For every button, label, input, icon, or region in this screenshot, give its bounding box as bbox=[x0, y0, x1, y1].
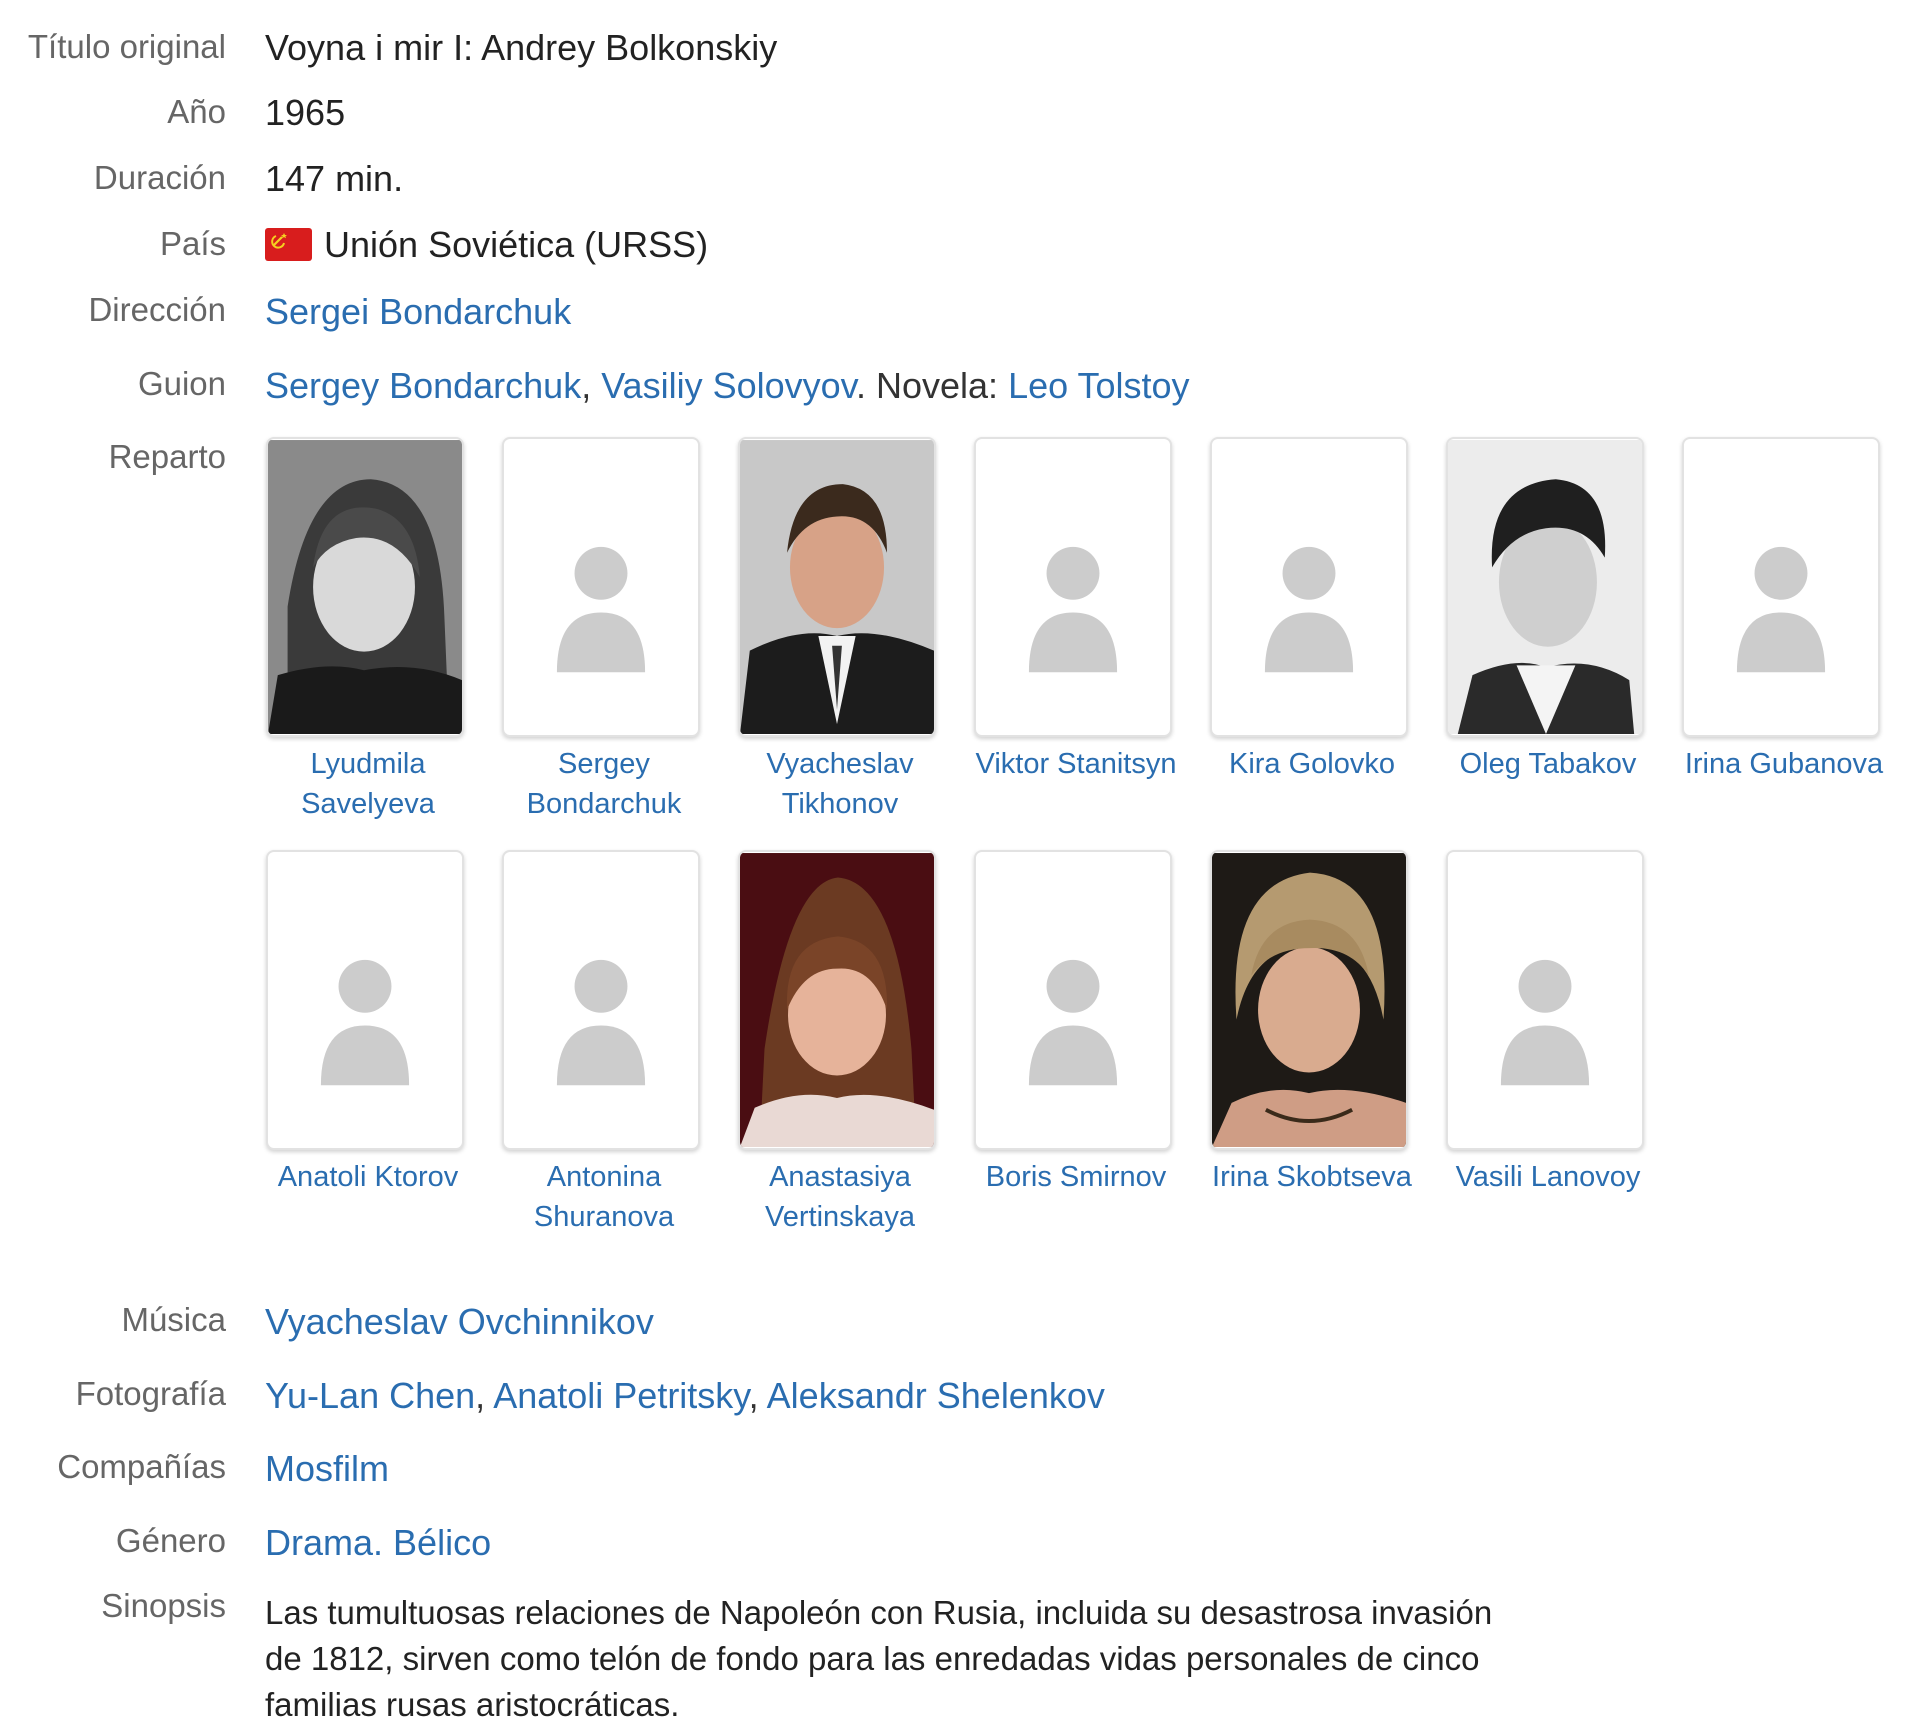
label-direccion: Dirección bbox=[88, 291, 226, 328]
music-value: Vyacheslav Ovchinnikov bbox=[265, 1302, 654, 1342]
cast-name-line: Irina Gubanova bbox=[1684, 748, 1884, 780]
person-placeholder-icon[interactable] bbox=[502, 437, 700, 737]
label-guion: Guion bbox=[137, 365, 226, 402]
cast-card[interactable]: Lyudmila Savelyeva bbox=[266, 437, 470, 824]
person-placeholder-icon[interactable] bbox=[974, 850, 1172, 1150]
writer-link[interactable]: Vasiliy Solovyov bbox=[601, 365, 856, 406]
label-companias: Compañías bbox=[57, 1448, 226, 1485]
cast-name-link[interactable]: Antonina Shuranova bbox=[484, 1157, 724, 1237]
novel-author-link[interactable]: Leo Tolstoy bbox=[1008, 365, 1189, 406]
cast-name-line: Kira Golovko bbox=[1228, 748, 1395, 780]
company-link[interactable]: Mosfilm bbox=[265, 1448, 389, 1489]
country-value: Unión Soviética (URSS) bbox=[265, 225, 708, 265]
cast-name-line: Tikhonov bbox=[781, 788, 899, 820]
cast-card[interactable]: Vasili Lanovoy bbox=[1446, 850, 1650, 1197]
composer-link[interactable]: Vyacheslav Ovchinnikov bbox=[265, 1301, 654, 1342]
cast-name-link[interactable]: Sergey Bondarchuk bbox=[484, 744, 724, 824]
ussr-flag-icon bbox=[265, 228, 312, 261]
label-fotografia: Fotografía bbox=[75, 1375, 226, 1412]
cast-name-link[interactable]: Anastasiya Vertinskaya bbox=[720, 1157, 960, 1237]
cast-name-link[interactable]: Vyacheslav Tikhonov bbox=[720, 744, 960, 824]
original-title: Voyna i mir I: Andrey Bolkonskiy bbox=[265, 27, 778, 68]
cast-card[interactable]: Vyacheslav Tikhonov bbox=[738, 437, 942, 824]
cast-card[interactable]: Oleg Tabakov bbox=[1446, 437, 1650, 784]
label-genero: Género bbox=[115, 1522, 226, 1559]
cast-name-line: Shuranova bbox=[533, 1201, 675, 1233]
cast-name-line: Vasili Lanovoy bbox=[1455, 1161, 1641, 1193]
novel-prefix: Novela: bbox=[876, 365, 999, 406]
person-placeholder-icon[interactable] bbox=[266, 850, 464, 1150]
label-sinopsis: Sinopsis bbox=[101, 1587, 226, 1624]
cast-card[interactable]: Sergey Bondarchuk bbox=[502, 437, 706, 824]
country-name: Unión Soviética (URSS) bbox=[324, 224, 709, 265]
companies-value: Mosfilm bbox=[265, 1449, 389, 1489]
director-value: Sergei Bondarchuk bbox=[265, 292, 571, 332]
actor-photo[interactable] bbox=[1210, 850, 1408, 1150]
cast-name-link[interactable]: Irina Skobtseva bbox=[1192, 1157, 1432, 1197]
synopsis-text: Las tumultuosas relaciones de Napoleón c… bbox=[265, 1590, 1625, 1728]
cast-name-line: Vyacheslav bbox=[766, 748, 914, 780]
person-placeholder-icon[interactable] bbox=[502, 850, 700, 1150]
cast-card[interactable]: Anatoli Ktorov bbox=[266, 850, 470, 1197]
cast-card[interactable]: Viktor Stanitsyn bbox=[974, 437, 1178, 784]
cast-card[interactable]: Kira Golovko bbox=[1210, 437, 1414, 784]
cast-card[interactable]: Antonina Shuranova bbox=[502, 850, 706, 1237]
label-titulo-original: Título original bbox=[27, 28, 226, 65]
synopsis-line: Las tumultuosas relaciones de Napoleón c… bbox=[265, 1594, 1493, 1631]
cast-card[interactable]: Boris Smirnov bbox=[974, 850, 1178, 1197]
cast-name-link[interactable]: Oleg Tabakov bbox=[1428, 744, 1668, 784]
actor-photo[interactable] bbox=[1446, 437, 1644, 737]
cast-name-line: Viktor Stanitsyn bbox=[975, 748, 1177, 780]
cast-name-link[interactable]: Boris Smirnov bbox=[956, 1157, 1196, 1197]
cast-name-line: Anatoli Ktorov bbox=[277, 1161, 459, 1193]
director-link[interactable]: Sergei Bondarchuk bbox=[265, 291, 571, 332]
actor-photo[interactable] bbox=[738, 437, 936, 737]
cast-name-link[interactable]: Kira Golovko bbox=[1192, 744, 1432, 784]
label-musica: Música bbox=[121, 1301, 226, 1338]
cast-name-line: Vertinskaya bbox=[765, 1201, 915, 1233]
cast-name-line: Irina Skobtseva bbox=[1212, 1161, 1412, 1193]
cinematographer-link[interactable]: Anatoli Petritsky bbox=[493, 1375, 748, 1416]
cast-name-line: Oleg Tabakov bbox=[1459, 748, 1637, 780]
cast-name-link[interactable]: Irina Gubanova bbox=[1664, 744, 1904, 784]
cast-name-line: Antonina bbox=[546, 1161, 662, 1193]
person-placeholder-icon[interactable] bbox=[974, 437, 1172, 737]
person-placeholder-icon[interactable] bbox=[1210, 437, 1408, 737]
cast-name-line: Anastasiya bbox=[769, 1161, 911, 1193]
label-pais: País bbox=[159, 225, 226, 262]
genre-link[interactable]: Drama bbox=[265, 1522, 373, 1563]
label-reparto: Reparto bbox=[108, 438, 226, 475]
actor-photo[interactable] bbox=[738, 850, 936, 1150]
cinematographer-link[interactable]: Yu-Lan Chen bbox=[265, 1375, 475, 1416]
label-anio: Año bbox=[167, 93, 226, 130]
cast-card[interactable]: Irina Gubanova bbox=[1682, 437, 1886, 784]
cast-name-link[interactable]: Lyudmila Savelyeva bbox=[248, 744, 488, 824]
film-info: Título original Voyna i mir I: Andrey Bo… bbox=[0, 0, 1920, 1735]
cast-name-link[interactable]: Anatoli Ktorov bbox=[248, 1157, 488, 1197]
cast-name-line: Bondarchuk bbox=[526, 788, 682, 820]
actor-photo[interactable] bbox=[266, 437, 464, 737]
genre-value: Drama. Bélico bbox=[265, 1522, 492, 1563]
cast-name-line: Boris Smirnov bbox=[985, 1161, 1167, 1193]
synopsis-line: familias rusas aristocráticas. bbox=[265, 1686, 680, 1723]
cast-card[interactable]: Irina Skobtseva bbox=[1210, 850, 1414, 1197]
writer-link[interactable]: Sergey Bondarchuk bbox=[265, 365, 581, 406]
year-value: 1965 bbox=[265, 92, 346, 133]
cast-name-line: Sergey bbox=[558, 748, 650, 780]
synopsis-line: de 1812, sirven como telón de fondo para… bbox=[265, 1640, 1480, 1677]
cast-card[interactable]: Anastasiya Vertinskaya bbox=[738, 850, 942, 1237]
cast-name-line: Lyudmila bbox=[310, 748, 426, 780]
person-placeholder-icon[interactable] bbox=[1446, 850, 1644, 1150]
cast-name-link[interactable]: Viktor Stanitsyn bbox=[956, 744, 1196, 784]
cast-name-link[interactable]: Vasili Lanovoy bbox=[1428, 1157, 1668, 1197]
cast-name-line: Savelyeva bbox=[301, 788, 435, 820]
person-placeholder-icon[interactable] bbox=[1682, 437, 1880, 737]
duration-value: 147 min. bbox=[265, 158, 404, 199]
cinematographer-link[interactable]: Aleksandr Shelenkov bbox=[767, 1375, 1105, 1416]
label-duracion: Duración bbox=[93, 159, 226, 196]
genre-link[interactable]: Bélico bbox=[393, 1522, 491, 1563]
screenplay-value: Sergey Bondarchuk, Vasiliy Solovyov. Nov… bbox=[265, 365, 1190, 406]
photography-value: Yu-Lan Chen, Anatoli Petritsky, Aleksand… bbox=[265, 1375, 1105, 1416]
